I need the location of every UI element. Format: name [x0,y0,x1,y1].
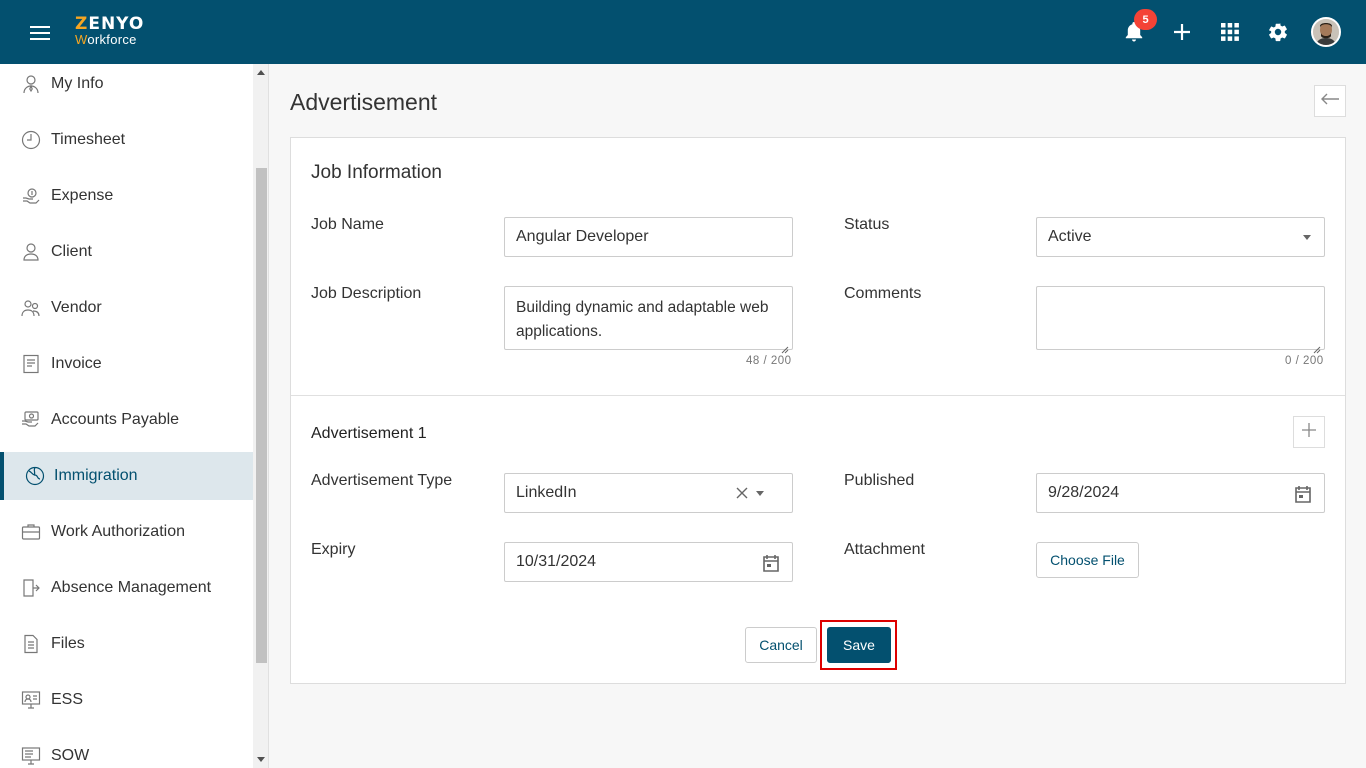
briefcase-icon [21,522,41,542]
sidebar-item-label: Immigration [54,467,138,484]
sow-icon [21,746,41,766]
scroll-thumb[interactable] [256,168,267,663]
add-advertisement-button[interactable] [1293,416,1325,448]
published-label: Published [844,472,915,489]
notification-badge: 5 [1134,9,1157,30]
menu-icon[interactable] [30,26,50,40]
globe-icon [25,466,45,486]
ess-icon [21,690,41,710]
chevron-down-icon[interactable] [756,491,764,496]
job-description-value: Building dynamic and adaptable web appli… [516,299,769,340]
sidebar: My Info Timesheet Expense Client Vendor … [0,64,253,768]
sidebar-item-label: Invoice [51,355,102,372]
advertisement-type-label: Advertisement Type [311,472,453,489]
cancel-button[interactable]: Cancel [745,627,817,663]
sidebar-item-label: Accounts Payable [51,411,180,428]
sidebar-item-label: Vendor [51,299,102,316]
arrow-left-icon [1320,92,1340,110]
status-label: Status [844,216,890,233]
payable-icon [21,410,41,430]
sidebar-item-label: ESS [51,691,84,708]
job-information-title: Job Information [311,162,442,183]
sidebar-item-sow[interactable]: SOW [0,732,253,768]
plus-icon[interactable] [1169,18,1195,46]
sidebar-item-label: Work Authorization [51,523,185,540]
money-hand-icon [21,186,41,206]
job-name-value: Angular Developer [516,228,649,245]
save-button[interactable]: Save [827,627,891,663]
sidebar-item-expense[interactable]: Expense [0,172,253,220]
chevron-down-icon [1303,235,1311,240]
comments-counter: 0 / 200 [1285,355,1324,367]
sidebar-item-label: Timesheet [51,131,126,148]
job-description-label: Job Description [311,285,422,302]
top-bar: ZENYO Workforce 5 [0,0,1366,64]
status-select[interactable]: Active [1036,217,1325,257]
advertisement-section-title: Advertisement 1 [311,425,427,442]
back-button[interactable] [1314,85,1346,117]
avatar[interactable] [1311,17,1341,47]
comments-textarea[interactable] [1036,286,1325,354]
published-date-input[interactable]: 9/28/2024 [1036,473,1325,513]
sidebar-item-immigration[interactable]: Immigration [0,452,253,500]
expiry-label: Expiry [311,541,356,558]
gear-icon[interactable] [1265,18,1291,46]
exit-door-icon [21,578,41,598]
file-icon [21,634,41,654]
sidebar-item-vendor[interactable]: Vendor [0,284,253,332]
sidebar-item-label: Files [51,635,85,652]
calendar-icon[interactable] [1294,484,1312,509]
sidebar-item-absence-management[interactable]: Absence Management [0,564,253,612]
vendor-icon [21,298,41,318]
job-name-input[interactable]: Angular Developer [504,217,793,257]
job-description-textarea[interactable]: Building dynamic and adaptable web appli… [504,286,793,354]
expiry-date-input[interactable]: 10/31/2024 [504,542,793,582]
sidebar-item-timesheet[interactable]: Timesheet [0,116,253,164]
resize-handle-icon[interactable] [781,338,789,354]
published-date-value: 9/28/2024 [1048,484,1120,501]
clock-icon [21,130,41,150]
advertisement-type-select[interactable]: LinkedIn [504,473,793,513]
choose-file-button[interactable]: Choose File [1036,542,1139,578]
resize-handle-icon[interactable] [1313,338,1321,354]
sidebar-item-label: My Info [51,75,104,92]
sidebar-item-invoice[interactable]: Invoice [0,340,253,388]
sidebar-item-label: Absence Management [51,579,212,596]
calendar-icon[interactable] [762,553,780,578]
sidebar-item-accounts-payable[interactable]: Accounts Payable [0,396,253,444]
invoice-icon [21,354,41,374]
sidebar-item-label: Expense [51,187,114,204]
plus-icon [1302,422,1316,442]
apps-grid-icon[interactable] [1217,18,1243,46]
sidebar-item-my-info[interactable]: My Info [0,64,253,108]
job-description-counter: 48 / 200 [746,355,792,367]
person-icon [21,242,41,262]
sidebar-item-label: Client [51,243,92,260]
scroll-up-arrow-icon[interactable] [257,70,265,75]
sidebar-item-ess[interactable]: ESS [0,676,253,724]
sidebar-item-label: SOW [51,747,90,764]
status-value: Active [1048,228,1092,245]
sidebar-item-work-authorization[interactable]: Work Authorization [0,508,253,556]
app-logo[interactable]: ZENYO Workforce [75,16,144,47]
advertisement-type-value: LinkedIn [516,484,577,501]
sidebar-scrollbar[interactable] [253,64,269,768]
sidebar-item-files[interactable]: Files [0,620,253,668]
comments-label: Comments [844,285,922,302]
expiry-date-value: 10/31/2024 [516,553,597,570]
sidebar-item-client[interactable]: Client [0,228,253,276]
user-tie-icon [21,74,41,94]
page-title: Advertisement [290,89,438,115]
section-divider [291,395,1345,396]
scroll-down-arrow-icon[interactable] [257,757,265,762]
job-name-label: Job Name [311,216,384,233]
attachment-label: Attachment [844,541,925,558]
clear-icon[interactable] [736,486,748,504]
